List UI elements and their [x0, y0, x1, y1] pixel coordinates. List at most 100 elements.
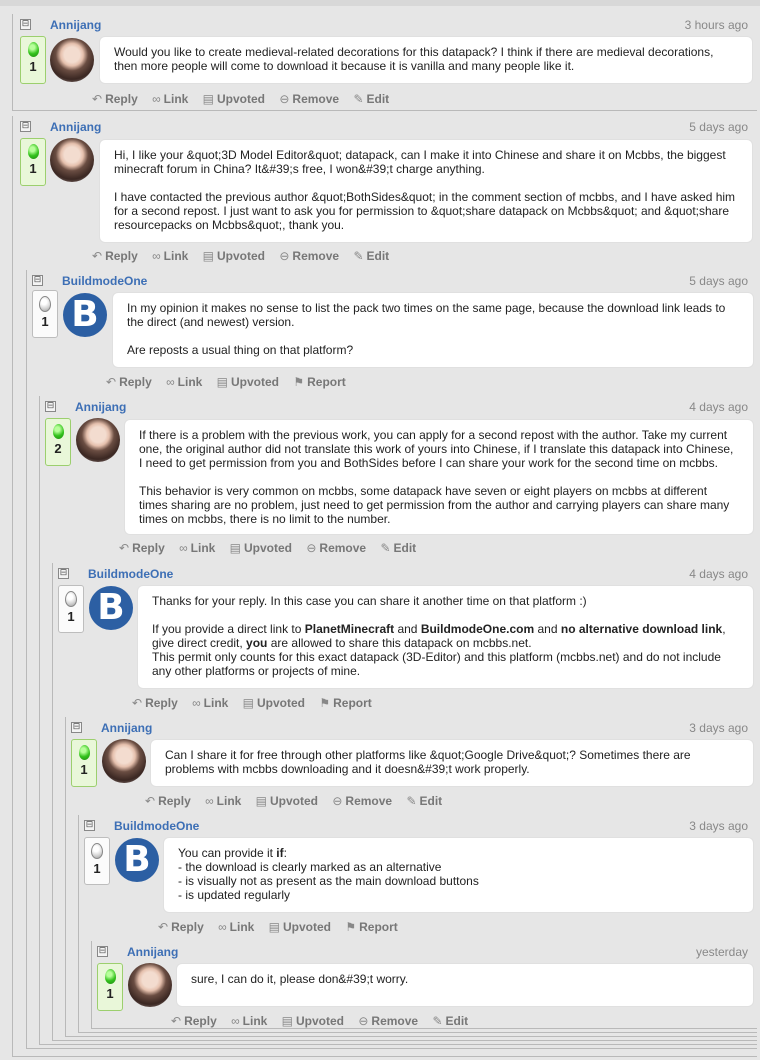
- avatar[interactable]: B: [115, 838, 159, 882]
- avatar[interactable]: [50, 38, 94, 82]
- upvote-icon[interactable]: [65, 591, 77, 607]
- upvote-icon[interactable]: [104, 969, 116, 984]
- collapse-toggle[interactable]: ⊟: [20, 19, 31, 30]
- reply-icon: ↶: [145, 794, 156, 808]
- vote-count: 2: [54, 441, 62, 456]
- reply-button[interactable]: ↶ Reply: [92, 92, 138, 106]
- comment-time: 4 days ago: [689, 400, 748, 414]
- link-button[interactable]: ∞ Link: [231, 1014, 267, 1028]
- upvoted-button[interactable]: ▤ Upvoted: [269, 920, 331, 934]
- vote-box[interactable]: 1: [58, 585, 84, 633]
- link-button[interactable]: ∞ Link: [192, 696, 228, 710]
- avatar[interactable]: B: [63, 293, 107, 337]
- remove-button[interactable]: ⊖ Remove: [332, 794, 392, 808]
- remove-button[interactable]: ⊖ Remove: [279, 92, 339, 106]
- clipboard-icon: ▤: [229, 541, 242, 555]
- comment-time: yesterday: [695, 945, 748, 959]
- link-icon: ∞: [231, 1014, 240, 1028]
- link-button[interactable]: ∞ Link: [152, 249, 188, 263]
- comment-actions: ↶ Reply ∞ Link ▤ Upvoted ⚑ Report: [132, 696, 383, 710]
- comment-text: Thanks for your reply. In this case you …: [152, 594, 587, 608]
- avatar[interactable]: [50, 138, 94, 182]
- reply-icon: ↶: [106, 375, 117, 389]
- link-button[interactable]: ∞ Link: [152, 92, 188, 106]
- comment-author[interactable]: Annijang: [50, 18, 101, 32]
- comment-text: In my opinion it makes no sense to list …: [127, 301, 726, 329]
- collapse-toggle[interactable]: ⊟: [71, 722, 82, 733]
- remove-button[interactable]: ⊖ Remove: [306, 541, 366, 555]
- link-button[interactable]: ∞ Link: [179, 541, 215, 555]
- upvote-icon[interactable]: [52, 424, 64, 439]
- upvoted-button[interactable]: ▤ Upvoted: [230, 541, 292, 555]
- comment-body: Can I share it for free through other pl…: [151, 740, 753, 786]
- comment-author[interactable]: Annijang: [75, 400, 126, 414]
- remove-button[interactable]: ⊖ Remove: [279, 249, 339, 263]
- upvoted-button[interactable]: ▤ Upvoted: [217, 375, 279, 389]
- vote-box[interactable]: 1: [20, 138, 46, 186]
- vote-box[interactable]: 1: [84, 837, 110, 885]
- link-button[interactable]: ∞ Link: [205, 794, 241, 808]
- report-button[interactable]: ⚑ Report: [293, 375, 345, 389]
- link-button[interactable]: ∞ Link: [218, 920, 254, 934]
- avatar[interactable]: [102, 739, 146, 783]
- avatar[interactable]: B: [89, 586, 133, 630]
- collapse-toggle[interactable]: ⊟: [84, 820, 95, 831]
- edit-button[interactable]: ✎ Edit: [380, 541, 416, 555]
- comment-author[interactable]: BuildmodeOne: [114, 819, 199, 833]
- clipboard-icon: ▤: [216, 375, 229, 389]
- upvoted-button[interactable]: ▤ Upvoted: [243, 696, 305, 710]
- vote-box[interactable]: 1: [71, 739, 97, 787]
- reply-button[interactable]: ↶ Reply: [145, 794, 191, 808]
- report-button[interactable]: ⚑ Report: [345, 920, 397, 934]
- comment-body: Thanks for your reply. In this case you …: [138, 586, 753, 688]
- comment-author[interactable]: BuildmodeOne: [88, 567, 173, 581]
- vote-count: 1: [67, 609, 75, 624]
- upvoted-button[interactable]: ▤ Upvoted: [256, 794, 318, 808]
- edit-button[interactable]: ✎ Edit: [432, 1014, 468, 1028]
- link-button[interactable]: ∞ Link: [166, 375, 202, 389]
- minus-circle-icon: ⊖: [332, 794, 343, 808]
- comment-author[interactable]: Annijang: [127, 945, 178, 959]
- avatar[interactable]: [76, 418, 120, 462]
- collapse-toggle[interactable]: ⊟: [45, 401, 56, 412]
- reply-button[interactable]: ↶ Reply: [106, 375, 152, 389]
- upvoted-button[interactable]: ▤ Upvoted: [282, 1014, 344, 1028]
- reply-button[interactable]: ↶ Reply: [132, 696, 178, 710]
- remove-button[interactable]: ⊖ Remove: [358, 1014, 418, 1028]
- upvote-icon[interactable]: [39, 296, 51, 312]
- list-item: - is visually not as present as the main…: [178, 874, 479, 888]
- upvote-icon[interactable]: [91, 843, 103, 859]
- comment-author[interactable]: BuildmodeOne: [62, 274, 147, 288]
- comment-time: 5 days ago: [689, 274, 748, 288]
- reply-button[interactable]: ↶ Reply: [158, 920, 204, 934]
- flag-icon: ⚑: [319, 696, 331, 710]
- reply-button[interactable]: ↶ Reply: [119, 541, 165, 555]
- edit-button[interactable]: ✎ Edit: [353, 249, 389, 263]
- collapse-toggle[interactable]: ⊟: [97, 946, 108, 957]
- clipboard-icon: ▤: [202, 92, 215, 106]
- comment-actions: ↶ Reply ∞ Link ▤ Upvoted ⊖ Remove ✎ Edit: [92, 92, 400, 106]
- comment-author[interactable]: Annijang: [50, 120, 101, 134]
- avatar[interactable]: [128, 963, 172, 1007]
- comment-body: You can provide it if: - the download is…: [164, 838, 753, 912]
- upvoted-button[interactable]: ▤ Upvoted: [203, 92, 265, 106]
- upvote-icon[interactable]: [27, 144, 39, 159]
- reply-icon: ↶: [158, 920, 169, 934]
- upvote-icon[interactable]: [27, 42, 39, 57]
- edit-button[interactable]: ✎ Edit: [353, 92, 389, 106]
- vote-box[interactable]: 2: [45, 418, 71, 466]
- reply-button[interactable]: ↶ Reply: [171, 1014, 217, 1028]
- upvoted-button[interactable]: ▤ Upvoted: [203, 249, 265, 263]
- vote-box[interactable]: 1: [97, 963, 123, 1011]
- report-button[interactable]: ⚑ Report: [319, 696, 371, 710]
- vote-box[interactable]: 1: [32, 290, 58, 338]
- upvote-icon[interactable]: [78, 745, 90, 760]
- collapse-toggle[interactable]: ⊟: [32, 275, 43, 286]
- reply-button[interactable]: ↶ Reply: [92, 249, 138, 263]
- edit-button[interactable]: ✎ Edit: [406, 794, 442, 808]
- collapse-toggle[interactable]: ⊟: [58, 568, 69, 579]
- comment-text: I have contacted the previous author &qu…: [114, 190, 736, 232]
- comment-author[interactable]: Annijang: [101, 721, 152, 735]
- vote-box[interactable]: 1: [20, 36, 46, 84]
- collapse-toggle[interactable]: ⊟: [20, 121, 31, 132]
